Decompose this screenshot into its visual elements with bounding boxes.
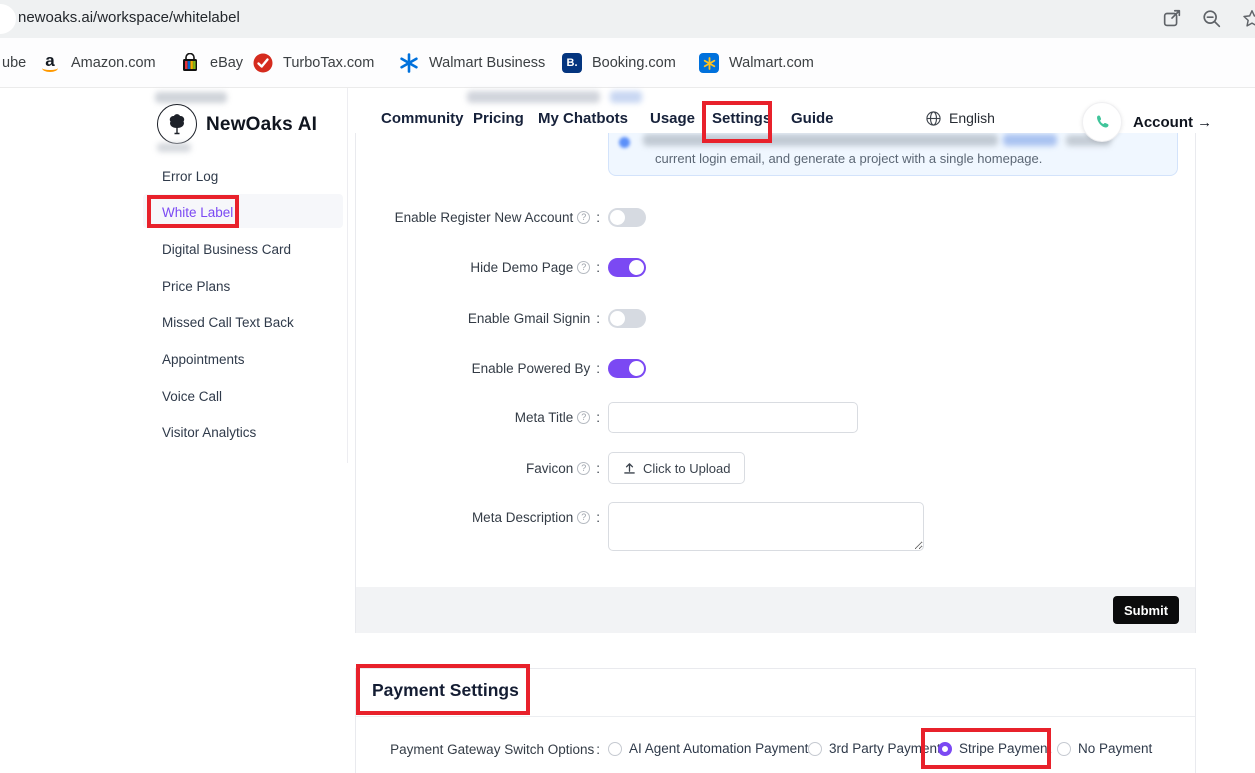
phone-button[interactable] bbox=[1082, 102, 1122, 142]
row-meta-title: Meta Title ? : bbox=[356, 402, 858, 433]
language-selector[interactable]: English bbox=[926, 110, 995, 126]
account-link[interactable]: Account → bbox=[1133, 114, 1212, 131]
turbotax-icon bbox=[253, 53, 273, 73]
radio-circle bbox=[938, 742, 952, 756]
help-icon[interactable]: ? bbox=[577, 411, 590, 424]
toggle-enable-gmail-signin[interactable] bbox=[608, 309, 646, 328]
nav-usage[interactable]: Usage bbox=[650, 110, 695, 127]
favicon-upload-button[interactable]: Click to Upload bbox=[608, 452, 745, 484]
radio-3rd-party-payment[interactable]: 3rd Party Payment bbox=[808, 741, 941, 756]
zoom-out-icon[interactable] bbox=[1201, 8, 1223, 30]
bookmark-ebay[interactable]: eBay bbox=[180, 38, 243, 88]
toggle-hide-demo-page[interactable] bbox=[608, 258, 646, 277]
meta-title-input[interactable] bbox=[608, 402, 858, 433]
radio-circle bbox=[808, 742, 822, 756]
booking-icon: B. bbox=[562, 53, 582, 73]
favorites-star-icon[interactable] bbox=[1241, 8, 1255, 30]
brand-logo bbox=[157, 104, 197, 144]
address-bar-pill bbox=[0, 4, 16, 34]
nav-my-chatbots[interactable]: My Chatbots bbox=[538, 110, 628, 127]
sidebar-item-digital-business-card[interactable]: Digital Business Card bbox=[162, 242, 291, 257]
row-meta-description: Meta Description ? : bbox=[356, 502, 924, 551]
radio-no-payment[interactable]: No Payment bbox=[1057, 741, 1152, 756]
language-label: English bbox=[949, 110, 995, 126]
form-footer bbox=[356, 587, 1195, 633]
info-icon bbox=[619, 137, 630, 148]
submit-button[interactable]: Submit bbox=[1113, 596, 1179, 624]
redacted-alert-text bbox=[643, 134, 998, 146]
row-enable-powered-by: Enable Powered By : bbox=[356, 359, 646, 378]
radio-circle bbox=[1057, 742, 1071, 756]
phone-icon bbox=[1093, 113, 1111, 131]
bookmark-walmart-business[interactable]: Walmart Business bbox=[399, 38, 545, 88]
walmart-square-icon bbox=[699, 53, 719, 73]
radio-circle bbox=[608, 742, 622, 756]
radio-ai-agent-automation-payment[interactable]: AI Agent Automation Payment bbox=[608, 741, 808, 756]
bookmark-amazon[interactable]: a Amazon.com bbox=[41, 38, 156, 88]
sidebar-divider bbox=[347, 88, 348, 463]
help-icon[interactable]: ? bbox=[577, 462, 590, 475]
alert-text: current login email, and generate a proj… bbox=[655, 151, 1165, 166]
payment-settings-title: Payment Settings bbox=[372, 680, 519, 701]
sidebar-item-appointments[interactable]: Appointments bbox=[162, 352, 245, 367]
bookmark-booking[interactable]: B. Booking.com bbox=[562, 38, 676, 88]
help-icon[interactable]: ? bbox=[577, 511, 590, 524]
row-favicon: Favicon ? : Click to Upload bbox=[356, 452, 745, 484]
redacted-text bbox=[155, 92, 227, 103]
oak-tree-icon bbox=[164, 111, 190, 137]
sidebar-item-visitor-analytics[interactable]: Visitor Analytics bbox=[162, 425, 256, 440]
redacted-text bbox=[157, 143, 191, 152]
sidebar-item-voice-call[interactable]: Voice Call bbox=[162, 389, 222, 404]
redacted-alert-link bbox=[1003, 134, 1057, 146]
toggle-enable-register-new-account[interactable] bbox=[608, 208, 646, 227]
radio-stripe-payment[interactable]: Stripe Payment bbox=[938, 741, 1051, 756]
url-text[interactable]: newoaks.ai/workspace/whitelabel bbox=[18, 9, 240, 26]
address-bar[interactable]: newoaks.ai/workspace/whitelabel bbox=[0, 0, 1255, 38]
sidebar-item-missed-call-text-back[interactable]: Missed Call Text Back bbox=[162, 315, 294, 330]
nav-settings[interactable]: Settings bbox=[712, 110, 771, 127]
nav-guide[interactable]: Guide bbox=[791, 110, 834, 127]
bookmark-turbotax[interactable]: TurboTax.com bbox=[253, 38, 374, 88]
redacted-header-text bbox=[467, 91, 600, 103]
nav-community[interactable]: Community bbox=[381, 110, 464, 127]
row-enable-gmail-signin: Enable Gmail Signin : bbox=[356, 309, 646, 328]
bookmark-youtube-partial[interactable]: ube bbox=[2, 38, 26, 88]
browser-window: newoaks.ai/workspace/whitelabel ube a Am… bbox=[0, 0, 1255, 773]
amazon-icon: a bbox=[41, 53, 59, 73]
sidebar-item-price-plans[interactable]: Price Plans bbox=[162, 279, 230, 294]
bookmark-walmart-com[interactable]: Walmart.com bbox=[699, 38, 814, 88]
sidebar-item-error-log[interactable]: Error Log bbox=[162, 169, 218, 184]
redacted-header-toggle bbox=[610, 91, 642, 103]
brand-name: NewOaks AI bbox=[206, 114, 317, 136]
bookmarks-bar: ube a Amazon.com eBay TurboTax.com bbox=[0, 38, 1255, 88]
sidebar-item-white-label[interactable]: White Label bbox=[162, 205, 233, 220]
row-hide-demo-page: Hide Demo Page ? : bbox=[356, 258, 646, 277]
walmart-spark-icon bbox=[399, 53, 419, 73]
globe-icon bbox=[926, 111, 941, 126]
help-icon[interactable]: ? bbox=[577, 211, 590, 224]
payment-gateway-label: Payment Gateway Switch Options: bbox=[355, 742, 600, 757]
nav-pricing[interactable]: Pricing bbox=[473, 110, 524, 127]
share-icon[interactable] bbox=[1161, 8, 1183, 30]
arrow-right-icon: → bbox=[1197, 114, 1212, 131]
upload-icon bbox=[623, 462, 636, 475]
meta-description-textarea[interactable] bbox=[608, 502, 924, 551]
ebay-bag-icon bbox=[180, 53, 200, 73]
help-icon[interactable]: ? bbox=[577, 261, 590, 274]
payment-divider bbox=[356, 716, 1195, 717]
row-enable-register-new-account: Enable Register New Account ? : bbox=[356, 208, 646, 227]
toggle-enable-powered-by[interactable] bbox=[608, 359, 646, 378]
